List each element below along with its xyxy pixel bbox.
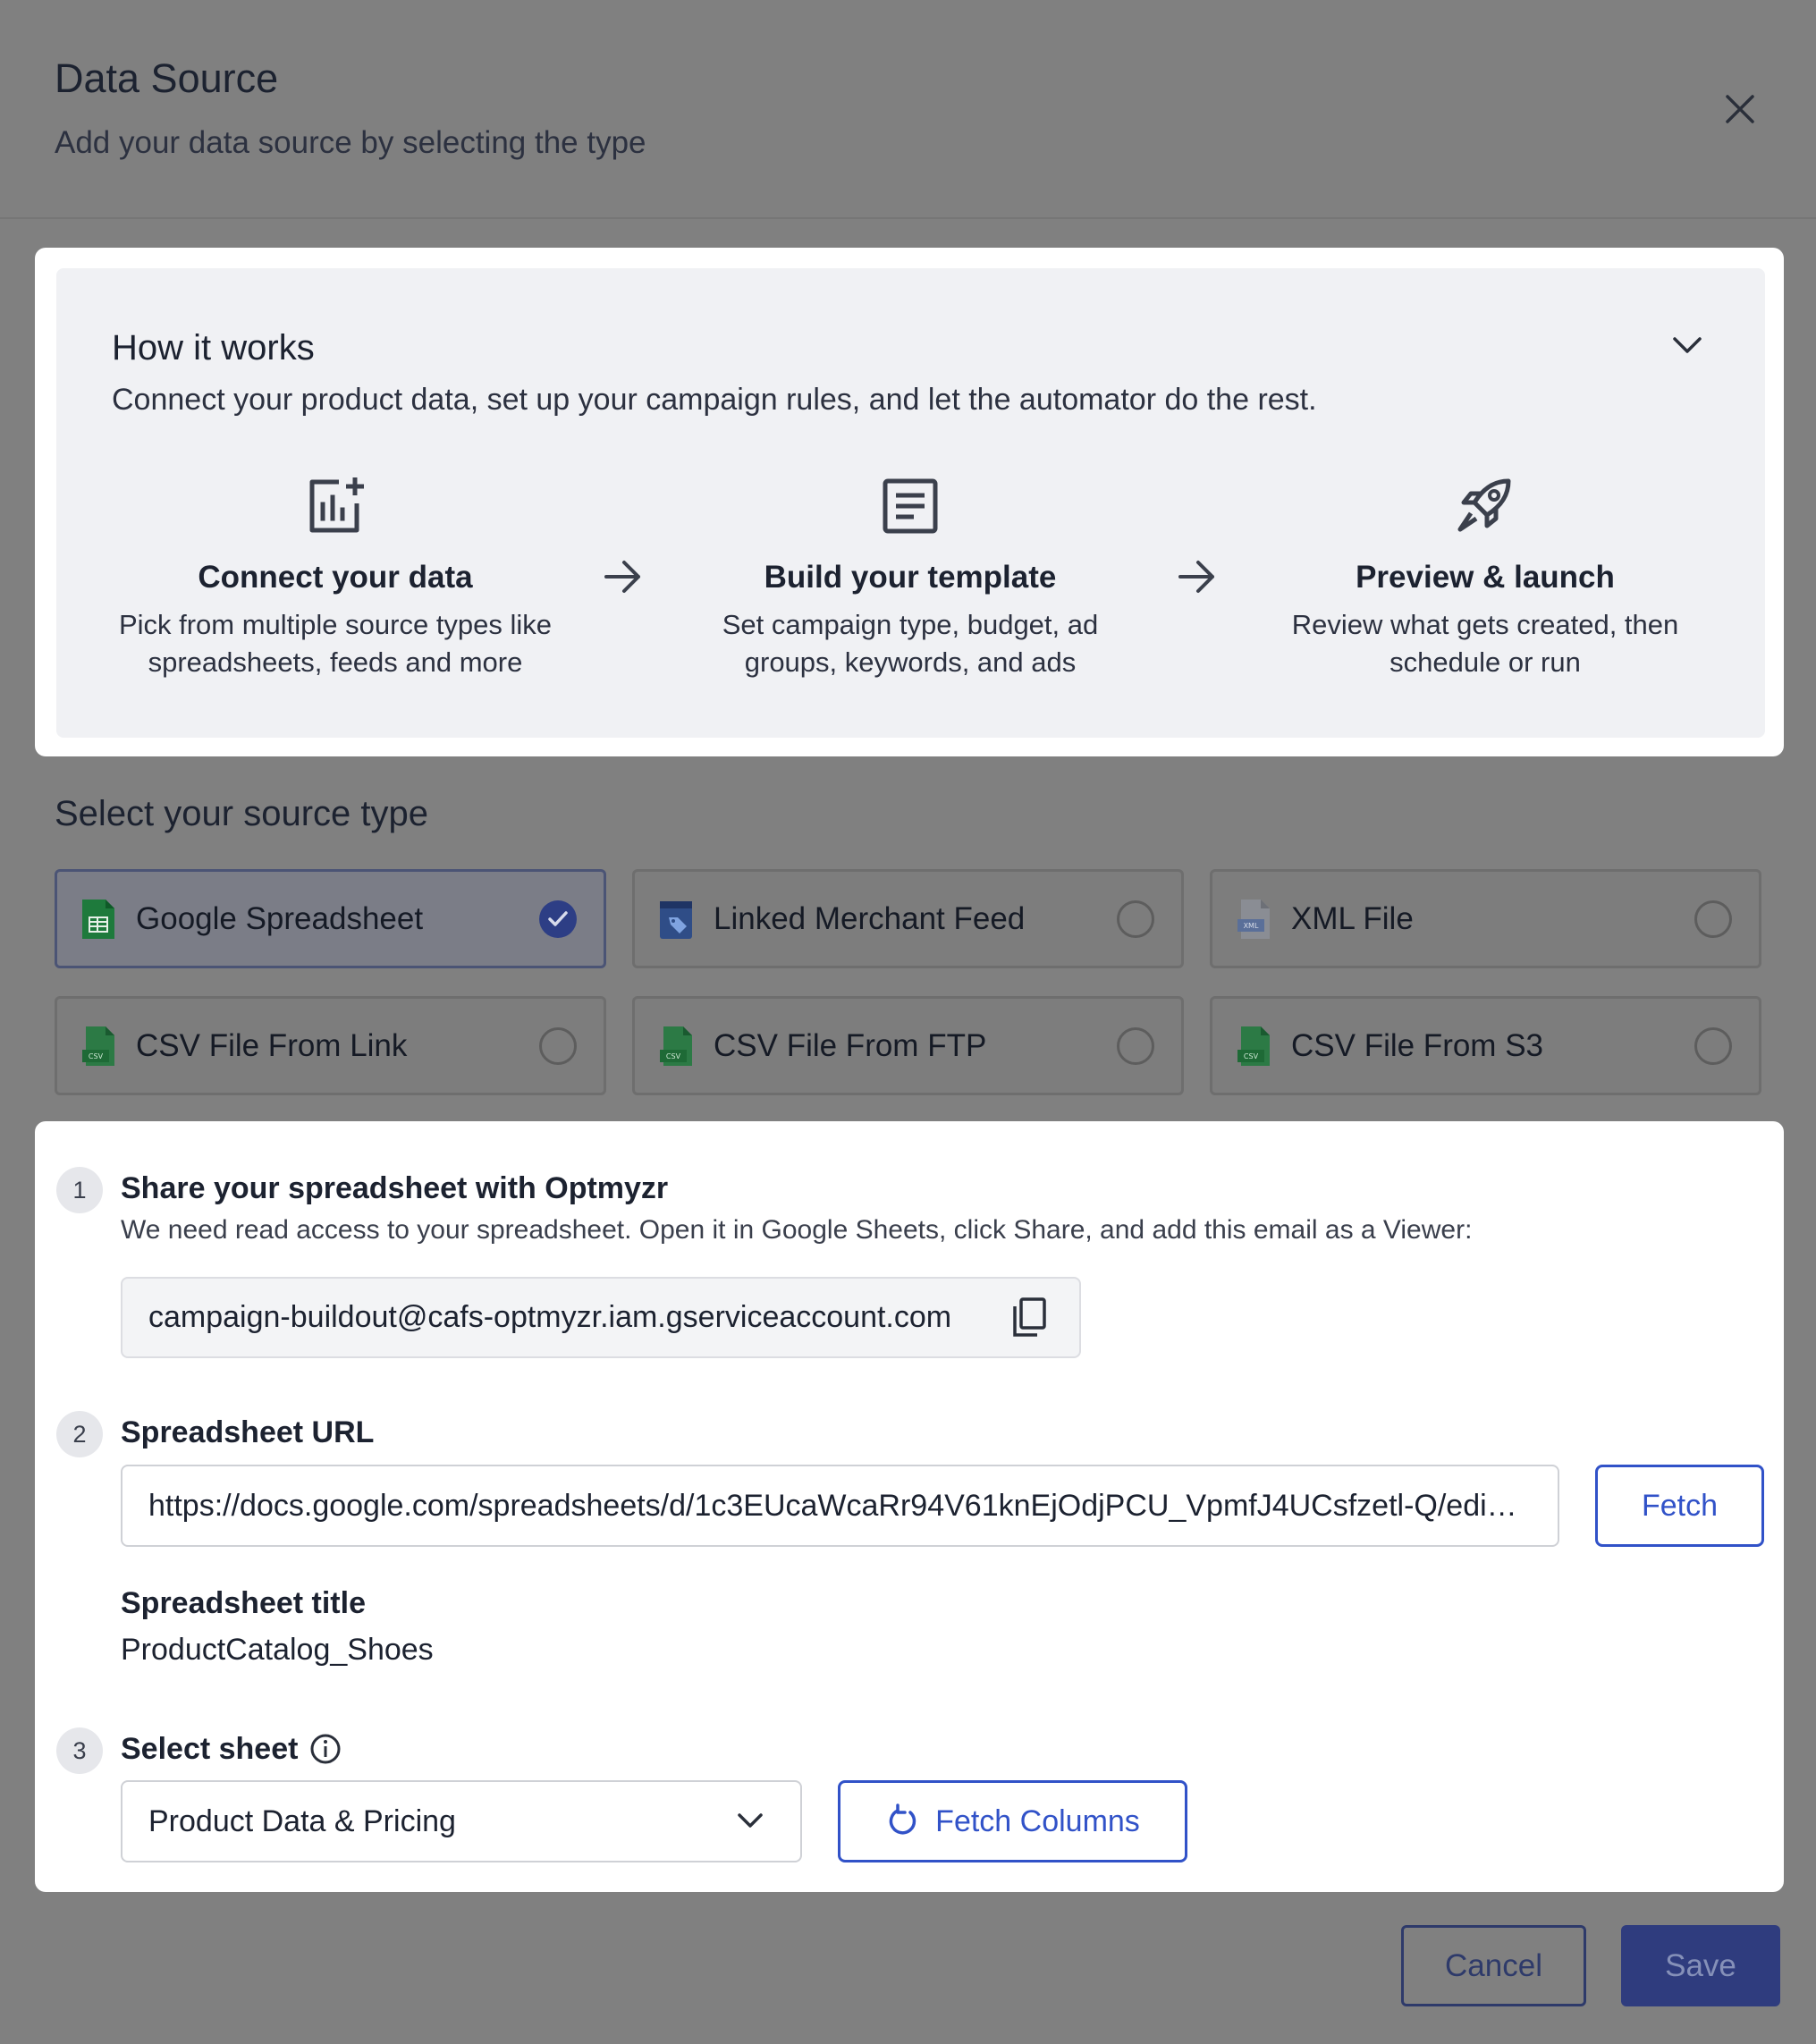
refresh-icon	[889, 1803, 916, 1835]
radio-unchecked[interactable]	[1694, 900, 1732, 938]
radio-unchecked[interactable]	[1117, 900, 1154, 938]
arrow-right-icon	[1175, 557, 1220, 596]
source-option-linked-merchant-feed[interactable]: Linked Merchant Feed	[632, 869, 1184, 968]
step-description: Set campaign type, budget, ad groups, ke…	[722, 609, 1099, 678]
copy-icon	[1013, 1297, 1046, 1337]
fetch-button[interactable]: Fetch	[1595, 1465, 1764, 1547]
chevron-down-icon	[1673, 337, 1702, 353]
cancel-button[interactable]: Cancel	[1401, 1925, 1586, 2006]
source-option-csv-from-link[interactable]: CSV CSV File From Link	[55, 996, 606, 1095]
dialog-title: Data Source	[55, 55, 279, 101]
source-option-google-spreadsheet[interactable]: Google Spreadsheet	[55, 869, 606, 968]
how-step-launch: Preview & launch Review what gets create…	[1235, 474, 1736, 681]
collapse-toggle[interactable]	[1668, 329, 1706, 361]
document-icon	[883, 478, 938, 534]
spreadsheet-url-label: Spreadsheet URL	[121, 1415, 375, 1449]
service-account-email: campaign-buildout@cafs-optmyzr.iam.gserv…	[148, 1300, 952, 1334]
step-number: 3	[56, 1727, 103, 1774]
svg-text:CSV: CSV	[1244, 1052, 1259, 1060]
how-it-works-description: Connect your product data, set up your c…	[112, 383, 1317, 417]
radio-unchecked[interactable]	[1694, 1026, 1732, 1065]
merchant-feed-icon	[660, 900, 692, 939]
svg-text:CSV: CSV	[89, 1052, 104, 1060]
header-divider	[0, 217, 1816, 219]
fetch-columns-button[interactable]: Fetch Columns	[838, 1780, 1187, 1862]
xml-file-icon: XML	[1237, 899, 1270, 939]
svg-text:XML: XML	[1244, 922, 1259, 930]
how-step-connect: Connect your data Pick from multiple sou…	[85, 474, 586, 681]
how-step-build: Build your template Set campaign type, b…	[660, 474, 1161, 681]
spreadsheet-url-value: https://docs.google.com/spreadsheets/d/1…	[148, 1488, 1517, 1523]
close-button[interactable]	[1717, 86, 1763, 132]
google-sheets-icon	[82, 899, 114, 939]
step-number: 2	[56, 1411, 103, 1457]
source-option-csv-from-ftp[interactable]: CSV CSV File From FTP	[632, 996, 1184, 1095]
spreadsheet-url-input[interactable]: https://docs.google.com/spreadsheets/d/1…	[121, 1465, 1559, 1547]
close-icon	[1726, 95, 1754, 123]
sheet-select-value: Product Data & Pricing	[148, 1803, 456, 1838]
fetch-columns-label: Fetch Columns	[935, 1803, 1140, 1838]
share-step-title: Share your spreadsheet with Optmyzr	[121, 1171, 669, 1205]
csv-file-icon: CSV	[660, 1026, 692, 1066]
source-option-label: Google Spreadsheet	[136, 900, 424, 936]
step-title: Preview & launch	[1356, 560, 1615, 595]
step-description: Review what gets created, then schedule …	[1291, 609, 1679, 678]
radio-unchecked[interactable]	[539, 1026, 577, 1065]
rocket-icon	[1457, 478, 1511, 532]
step-description: Pick from multiple source types like spr…	[118, 609, 553, 678]
dialog-subtitle: Add your data source by selecting the ty…	[55, 125, 646, 160]
radio-checked[interactable]	[539, 900, 577, 938]
csv-file-icon: CSV	[1237, 1026, 1270, 1066]
step-title: Build your template	[764, 560, 1057, 595]
chevron-down-icon	[738, 1813, 763, 1828]
spreadsheet-title-label: Spreadsheet title	[121, 1586, 366, 1620]
share-step-description: We need read access to your spreadsheet.…	[121, 1215, 1473, 1245]
select-sheet-label: Select sheet	[121, 1732, 299, 1766]
spreadsheet-title-value: ProductCatalog_Shoes	[121, 1633, 434, 1667]
copy-button[interactable]	[1008, 1296, 1051, 1340]
how-it-works-title: How it works	[112, 328, 315, 367]
source-option-label: CSV File From FTP	[714, 1027, 987, 1063]
source-option-csv-from-s3[interactable]: CSV CSV File From S3	[1210, 996, 1761, 1095]
source-option-label: XML File	[1291, 900, 1414, 936]
source-option-label: Linked Merchant Feed	[714, 900, 1026, 936]
step-title: Connect your data	[198, 560, 473, 595]
save-button[interactable]: Save	[1621, 1925, 1780, 2006]
radio-unchecked[interactable]	[1117, 1026, 1154, 1065]
csv-file-icon: CSV	[82, 1026, 114, 1066]
chart-add-icon	[309, 477, 364, 533]
info-icon[interactable]	[308, 1732, 342, 1766]
arrow-right-icon	[601, 557, 646, 596]
checkmark-icon	[548, 910, 568, 926]
source-option-label: CSV File From S3	[1291, 1027, 1543, 1063]
source-type-title: Select your source type	[55, 794, 428, 833]
source-option-label: CSV File From Link	[136, 1027, 408, 1063]
svg-text:CSV: CSV	[666, 1052, 681, 1060]
source-option-xml-file[interactable]: XML XML File	[1210, 869, 1761, 968]
sheet-select[interactable]: Product Data & Pricing	[121, 1780, 802, 1862]
step-number: 1	[56, 1167, 103, 1213]
service-account-email-field: campaign-buildout@cafs-optmyzr.iam.gserv…	[121, 1277, 1081, 1358]
